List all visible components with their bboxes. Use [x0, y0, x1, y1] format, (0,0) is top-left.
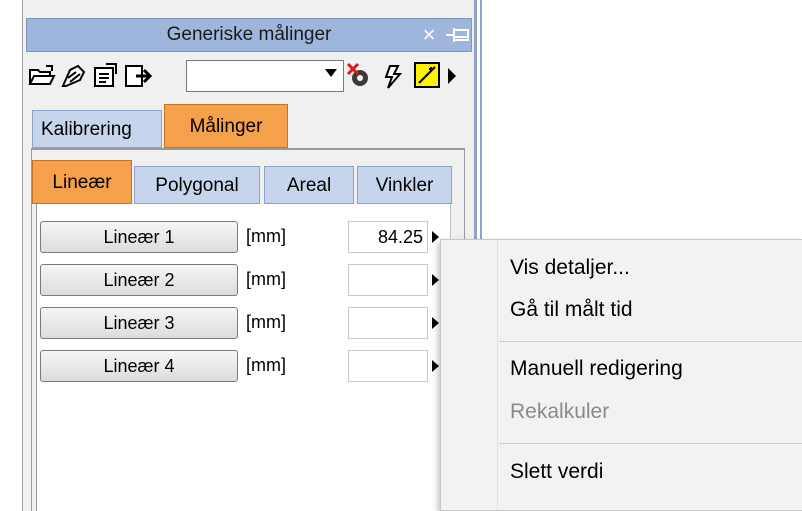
row-menu-arrow-icon[interactable]	[432, 274, 439, 286]
measurement-button-linear-3[interactable]: Lineær 3	[40, 307, 238, 339]
auto-draw-icon[interactable]	[414, 62, 440, 88]
menu-item-manuell-redigering[interactable]: Manuell redigering	[510, 357, 683, 381]
menu-icon-gutter	[497, 240, 498, 510]
close-icon[interactable]: ×	[419, 24, 439, 46]
chevron-down-icon	[325, 69, 337, 77]
measurement-unit: [mm]	[246, 269, 286, 289]
panel-title-bar: Generiske målinger ×	[26, 18, 472, 52]
edit-measure-icon[interactable]	[60, 62, 88, 90]
menu-item-ga-til-malt-tid[interactable]: Gå til målt tid	[510, 298, 633, 322]
menu-separator	[499, 341, 802, 342]
edit-measure-2-icon[interactable]	[92, 62, 120, 90]
context-menu: Vis detaljer... Gå til målt tid Manuell …	[440, 239, 802, 511]
menu-item-slett-verdi[interactable]: Slett verdi	[510, 460, 603, 484]
row-menu-arrow-icon[interactable]	[432, 317, 439, 329]
export-icon[interactable]	[124, 62, 153, 90]
row-menu-arrow-icon[interactable]	[432, 231, 439, 243]
subtab-label: Vinkler	[375, 175, 434, 196]
tab-kalibrering[interactable]: Kalibrering	[32, 110, 162, 148]
measurement-value-field[interactable]	[348, 350, 428, 382]
measurement-unit: [mm]	[246, 355, 286, 375]
measurement-value-field[interactable]	[348, 264, 428, 296]
play-arrow-icon[interactable]	[446, 62, 458, 90]
subtab-polygonal[interactable]: Polygonal	[134, 166, 260, 204]
measurement-unit: [mm]	[246, 226, 286, 246]
measurement-value-field[interactable]: 84.25	[348, 221, 428, 253]
subtab-vinkler[interactable]: Vinkler	[357, 166, 452, 204]
subtab-label: Polygonal	[155, 175, 239, 196]
menu-item-vis-detaljer[interactable]: Vis detaljer...	[510, 256, 630, 280]
subtab-label: Lineær	[52, 172, 112, 193]
measurement-button-linear-2[interactable]: Lineær 2	[40, 264, 238, 296]
run-icon[interactable]	[380, 62, 408, 90]
measurement-unit: [mm]	[246, 312, 286, 332]
open-folder-icon[interactable]	[28, 62, 56, 90]
subtab-label: Areal	[286, 175, 332, 196]
tab-label: Målinger	[189, 116, 263, 137]
menu-separator	[499, 443, 802, 444]
panel-title: Generiske målinger	[166, 24, 332, 45]
pin-icon[interactable]	[445, 24, 471, 46]
menu-item-rekalkuler: Rekalkuler	[510, 400, 610, 423]
tab-label: Kalibrering	[41, 119, 132, 140]
subtab-linear[interactable]: Lineær	[32, 160, 132, 204]
measurement-button-linear-4[interactable]: Lineær 4	[40, 350, 238, 382]
measurement-set-dropdown[interactable]	[186, 60, 344, 92]
delete-eye-icon[interactable]	[346, 62, 374, 90]
subtab-areal[interactable]: Areal	[264, 166, 354, 204]
measurement-value-field[interactable]	[348, 307, 428, 339]
measurement-button-linear-1[interactable]: Lineær 1	[40, 221, 238, 253]
tab-malinger[interactable]: Målinger	[164, 104, 288, 148]
row-menu-arrow-icon[interactable]	[432, 360, 439, 372]
